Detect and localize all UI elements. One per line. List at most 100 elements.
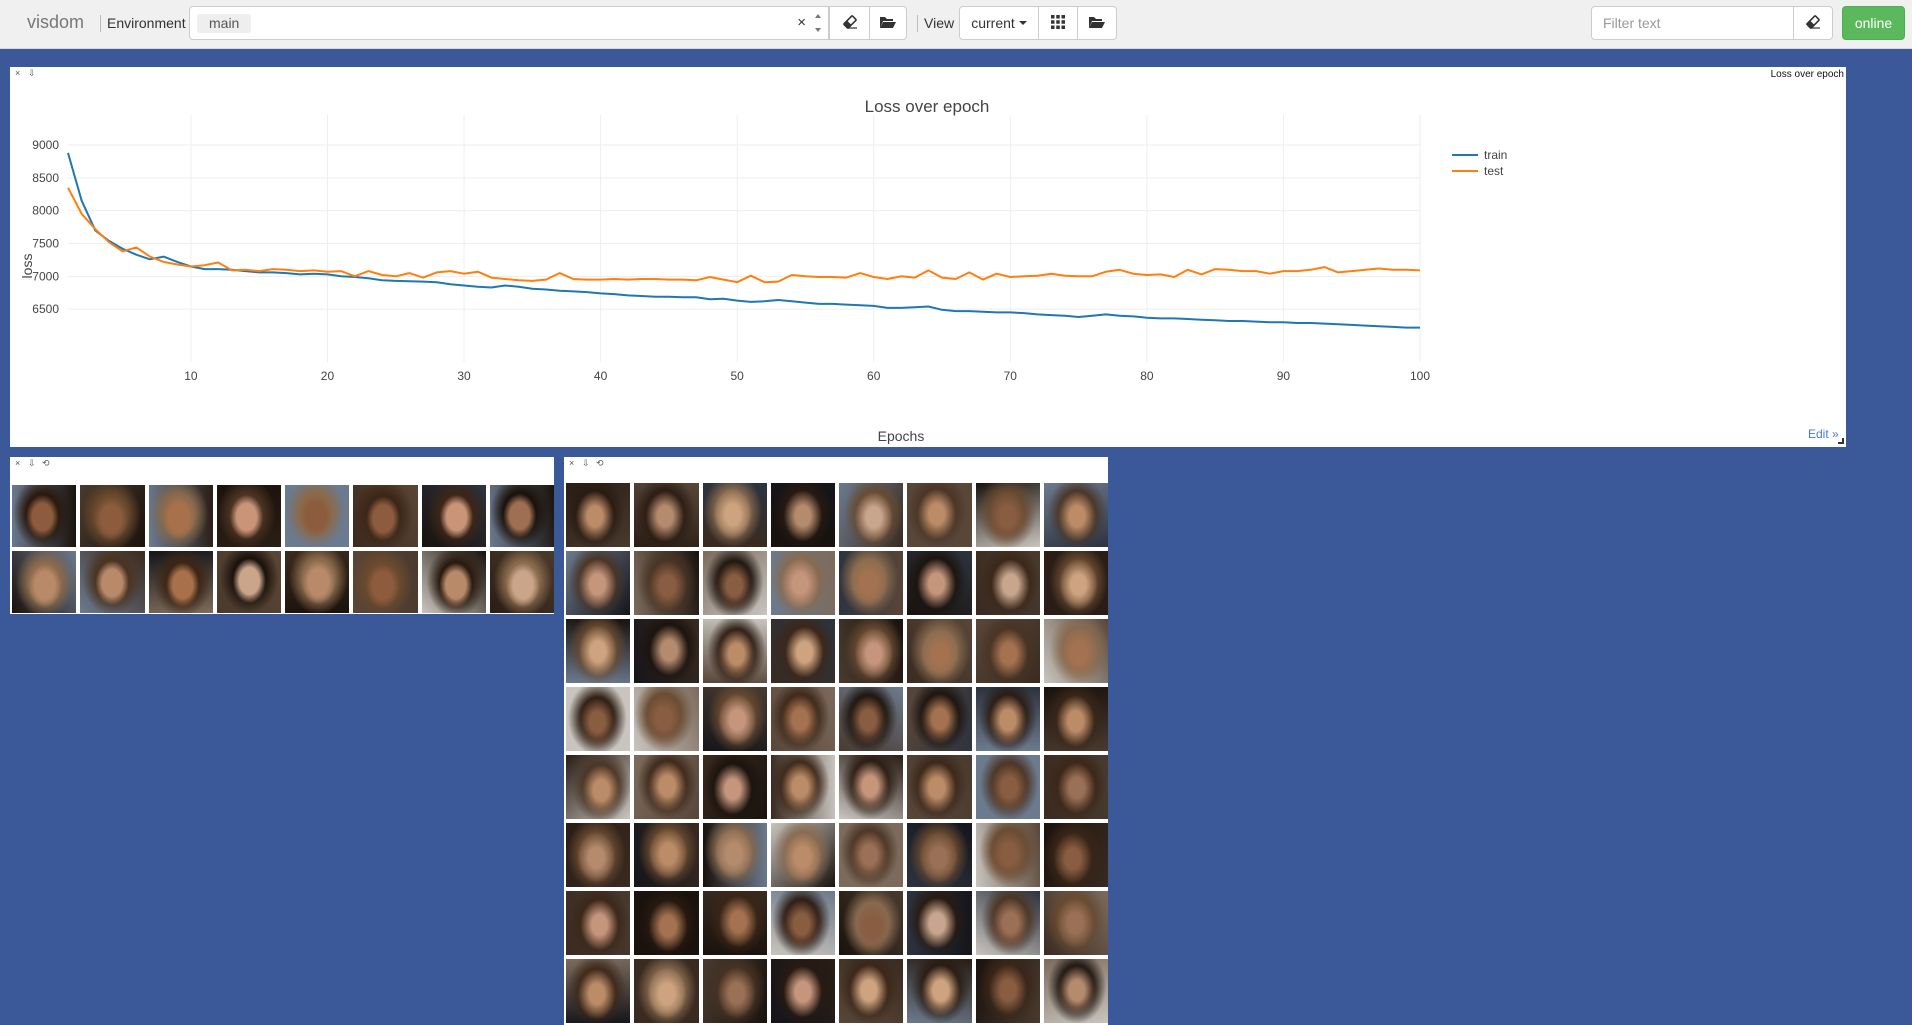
face-image-tile — [1043, 959, 1108, 1023]
face-image-tile — [1043, 687, 1108, 751]
face-image-tile — [907, 823, 972, 887]
environment-chip-main[interactable]: main — [197, 14, 252, 33]
x-tick-label: 60 — [867, 369, 881, 383]
face-image-tile — [702, 687, 767, 751]
face-image-tile — [566, 959, 631, 1023]
face-image-tile — [216, 551, 281, 613]
face-image-tile — [353, 551, 418, 613]
close-pane-icon[interactable]: × — [15, 458, 20, 468]
loss-line-chart[interactable]: 6500 7000 7500 8000 8500 9000 10 20 30 40 50 60 70 8… — [10, 67, 1846, 447]
face-image-tile — [839, 959, 904, 1023]
x-tick-label: 30 — [457, 369, 471, 383]
pane-toolbar: × ⇩ ⟲ — [564, 457, 1108, 471]
view-select-value: current — [971, 15, 1015, 31]
face-image-tile — [839, 823, 904, 887]
face-image-tile — [702, 483, 767, 547]
image-grid-small — [12, 485, 554, 613]
face-image-tile — [907, 619, 972, 683]
pane-toolbar: × ⇩ ⟲ — [10, 457, 554, 471]
face-image-tile — [702, 891, 767, 955]
y-axis-label: loss — [19, 254, 35, 279]
chart-title: Loss over epoch — [865, 97, 990, 116]
face-image-tile — [839, 619, 904, 683]
chart-series — [67, 152, 1421, 329]
face-image-tile — [770, 551, 835, 615]
face-image-tile — [566, 619, 631, 683]
x-tick-label: 80 — [1140, 369, 1154, 383]
view-select-dropdown[interactable]: current — [959, 6, 1039, 40]
face-image-tile — [702, 619, 767, 683]
y-tick-label: 7000 — [32, 269, 59, 283]
face-image-tile — [975, 551, 1040, 615]
chart-legend[interactable]: train test — [1452, 148, 1507, 178]
face-image-tile — [975, 755, 1040, 819]
download-pane-icon[interactable]: ⇩ — [28, 458, 36, 468]
legend-label-test[interactable]: test — [1484, 164, 1504, 178]
reset-pane-icon[interactable]: ⟲ — [596, 458, 604, 468]
online-status-button[interactable]: online — [1842, 6, 1905, 40]
reset-pane-icon[interactable]: ⟲ — [42, 458, 50, 468]
view-label: View — [924, 15, 955, 31]
caret-down-icon — [1018, 21, 1027, 25]
x-tick-label: 50 — [730, 369, 744, 383]
edit-plot-link[interactable]: Edit » — [1808, 427, 1839, 441]
grid-icon — [1051, 14, 1065, 32]
resize-handle-icon[interactable] — [1838, 438, 1844, 444]
face-image-tile — [489, 485, 554, 547]
legend-label-train[interactable]: train — [1484, 148, 1507, 162]
face-image-tile — [907, 687, 972, 751]
face-image-tile — [634, 959, 699, 1023]
face-image-tile — [702, 823, 767, 887]
face-image-tile — [975, 823, 1040, 887]
face-image-tile — [839, 687, 904, 751]
clear-filter-button[interactable] — [1793, 6, 1833, 40]
manage-views-button[interactable] — [1077, 6, 1117, 40]
clear-environment-button[interactable] — [829, 6, 870, 40]
face-image-tile — [566, 891, 631, 955]
face-image-tile — [770, 755, 835, 819]
face-image-tile — [489, 551, 554, 613]
face-image-tile — [702, 755, 767, 819]
nav-divider — [917, 15, 918, 32]
face-image-tile — [770, 687, 835, 751]
close-pane-icon[interactable]: × — [569, 458, 574, 468]
face-image-tile — [216, 485, 281, 547]
chart-grid — [68, 115, 1421, 362]
environment-select[interactable]: main × — [189, 6, 829, 40]
face-image-tile — [1043, 551, 1108, 615]
brand-logo[interactable]: visdom — [27, 12, 84, 33]
face-image-tile — [975, 483, 1040, 547]
series-line-train[interactable] — [67, 152, 1420, 329]
x-tick-label: 70 — [1004, 369, 1018, 383]
face-image-tile — [907, 483, 972, 547]
face-image-tile — [702, 551, 767, 615]
face-image-tile — [1043, 483, 1108, 547]
face-image-tile — [566, 687, 631, 751]
y-axis-ticks: 6500 7000 7500 8000 8500 9000 — [32, 138, 59, 316]
download-pane-icon[interactable]: ⇩ — [582, 458, 590, 468]
repack-button[interactable] — [1038, 6, 1078, 40]
filter-text-input[interactable] — [1591, 6, 1794, 40]
face-image-tile — [1043, 823, 1108, 887]
face-image-tile — [907, 959, 972, 1023]
face-image-tile — [1043, 891, 1108, 955]
series-line-test[interactable] — [67, 187, 1421, 284]
y-tick-label: 8500 — [32, 171, 59, 185]
face-image-tile — [634, 687, 699, 751]
manage-environments-button[interactable] — [869, 6, 907, 40]
environment-label: Environment — [107, 15, 186, 31]
y-tick-label: 6500 — [32, 302, 59, 316]
face-image-tile — [148, 485, 213, 547]
face-image-tile — [907, 755, 972, 819]
y-tick-label: 8000 — [32, 204, 59, 218]
x-tick-label: 20 — [321, 369, 335, 383]
face-image-tile — [770, 891, 835, 955]
environment-arrows-icon[interactable] — [810, 9, 826, 37]
face-image-tile — [80, 485, 145, 547]
face-image-tile — [770, 483, 835, 547]
face-image-tile — [634, 755, 699, 819]
face-image-tile — [839, 483, 904, 547]
clear-environment-icon[interactable]: × — [797, 14, 806, 31]
face-image-tile — [1043, 755, 1108, 819]
face-image-tile — [770, 619, 835, 683]
